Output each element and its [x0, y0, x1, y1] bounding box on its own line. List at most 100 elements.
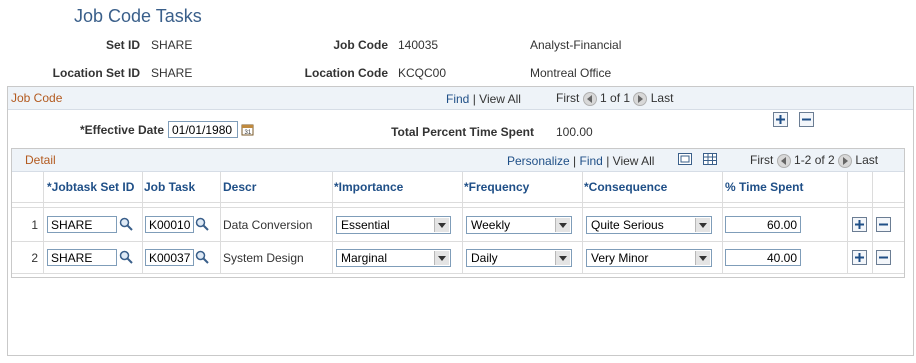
consequence-select[interactable]: Quite Serious — [586, 216, 712, 234]
grid-line — [12, 241, 904, 242]
detail-pager: First 1-2 of 2 Last — [750, 153, 878, 168]
detail-find-link[interactable]: Find — [580, 154, 603, 168]
frequency-value: Weekly — [471, 218, 511, 232]
detail-viewall[interactable]: View All — [613, 154, 655, 168]
job-task-input[interactable]: K00037 — [145, 249, 194, 266]
detail-title: Detail — [25, 153, 56, 167]
grid-line — [582, 172, 583, 273]
setid-value: SHARE — [151, 38, 193, 52]
importance-value: Marginal — [341, 251, 388, 265]
effdt-input[interactable]: 01/01/1980 — [168, 121, 238, 138]
chevron-down-icon — [695, 251, 710, 265]
grid-line — [142, 172, 143, 273]
grid-line — [12, 207, 904, 208]
jobcode-descr: Analyst-Financial — [530, 38, 622, 52]
plus-icon[interactable] — [852, 250, 867, 265]
grid-line — [462, 172, 463, 273]
jobcode-section-title: Job Code — [11, 91, 63, 105]
jobcode-pager: First 1 of 1 Last — [556, 91, 673, 106]
grid-line — [12, 273, 904, 274]
jobcode-find-link[interactable]: Find — [446, 92, 469, 106]
page-title: Job Code Tasks — [74, 6, 202, 26]
jobtask-setid-input[interactable]: SHARE — [47, 216, 117, 233]
consequence-value: Very Minor — [591, 251, 649, 265]
loccode-value: KCQC00 — [398, 66, 447, 80]
importance-select[interactable]: Marginal — [336, 249, 451, 267]
total-value: 100.00 — [556, 125, 593, 139]
jobcode-nav: Find | View All — [446, 92, 521, 106]
left-arrow-icon[interactable] — [776, 153, 791, 168]
chevron-down-icon — [434, 251, 449, 265]
magnifier-icon[interactable] — [195, 250, 209, 264]
grid-line — [12, 202, 904, 203]
left-arrow-icon[interactable] — [582, 91, 597, 106]
chevron-down-icon — [555, 218, 570, 232]
nav-separator: | — [606, 154, 610, 168]
calendar-icon[interactable]: 31 — [241, 123, 254, 136]
row-number: 1 — [31, 218, 38, 232]
jobcode-value: 140035 — [398, 38, 439, 52]
col-importance[interactable]: *Importance — [334, 173, 403, 201]
jobtask-setid-input[interactable]: SHARE — [47, 249, 117, 266]
grid-line — [220, 172, 221, 273]
setid-label: Set ID — [105, 38, 140, 52]
magnifier-icon[interactable] — [119, 217, 133, 231]
jobcode-range: 1 of 1 — [600, 91, 631, 105]
grid-line — [872, 172, 873, 273]
time-spent-input[interactable]: 40.00 — [725, 249, 801, 266]
magnifier-icon[interactable] — [195, 217, 209, 231]
grid-line — [847, 172, 848, 273]
consequence-value: Quite Serious — [591, 218, 664, 232]
minus-icon[interactable] — [876, 250, 891, 265]
col-descr[interactable]: Descr — [223, 173, 256, 201]
right-arrow-icon[interactable] — [633, 91, 648, 106]
frequency-value: Daily — [471, 251, 498, 265]
minus-icon[interactable] — [799, 112, 814, 127]
detail-nav: Personalize | Find | View All — [507, 154, 654, 168]
plus-icon[interactable] — [852, 217, 867, 232]
importance-value: Essential — [341, 218, 390, 232]
detail-last[interactable]: Last — [855, 153, 878, 167]
magnifier-icon[interactable] — [119, 250, 133, 264]
detail-first[interactable]: First — [750, 153, 773, 167]
chevron-down-icon — [434, 218, 449, 232]
total-label: Total Percent Time Spent — [391, 125, 534, 139]
effdt-label: *Effective Date — [79, 123, 164, 137]
jobcode-viewall[interactable]: View All — [479, 92, 521, 106]
col-time-spent[interactable]: % Time Spent — [725, 173, 803, 201]
detail-grid: Detail Personalize | Find | View All Fir… — [11, 148, 905, 278]
right-arrow-icon[interactable] — [838, 153, 853, 168]
jobcode-label: Job Code — [333, 38, 388, 52]
col-consequence[interactable]: *Consequence — [584, 173, 667, 201]
view-grid-icon[interactable] — [678, 153, 692, 165]
svg-text:31: 31 — [245, 130, 252, 136]
chevron-down-icon — [695, 218, 710, 232]
consequence-select[interactable]: Very Minor — [586, 249, 712, 267]
detail-range: 1-2 of 2 — [794, 153, 835, 167]
loccode-label: Location Code — [304, 66, 388, 80]
jobcode-last[interactable]: Last — [651, 91, 674, 105]
nav-separator: | — [472, 92, 476, 106]
locsetid-value: SHARE — [151, 66, 193, 80]
descr-text: System Design — [223, 251, 304, 265]
grid-line — [43, 172, 44, 273]
download-excel-icon[interactable] — [703, 153, 717, 165]
grid-line — [722, 172, 723, 273]
col-job-task[interactable]: Job Task — [144, 173, 195, 201]
chevron-down-icon — [555, 251, 570, 265]
personalize-link[interactable]: Personalize — [507, 154, 570, 168]
frequency-select[interactable]: Daily — [466, 249, 572, 267]
col-frequency[interactable]: *Frequency — [464, 173, 529, 201]
nav-separator: | — [573, 154, 577, 168]
job-task-input[interactable]: K00010 — [145, 216, 194, 233]
plus-icon[interactable] — [773, 112, 788, 127]
time-spent-input[interactable]: 60.00 — [725, 216, 801, 233]
jobcode-first[interactable]: First — [556, 91, 579, 105]
grid-line — [332, 172, 333, 273]
loccode-descr: Montreal Office — [530, 66, 612, 80]
importance-select[interactable]: Essential — [336, 216, 451, 234]
frequency-select[interactable]: Weekly — [466, 216, 572, 234]
col-jobtask-setid[interactable]: *Jobtask Set ID — [47, 173, 134, 201]
row-number: 2 — [31, 251, 38, 265]
minus-icon[interactable] — [876, 217, 891, 232]
